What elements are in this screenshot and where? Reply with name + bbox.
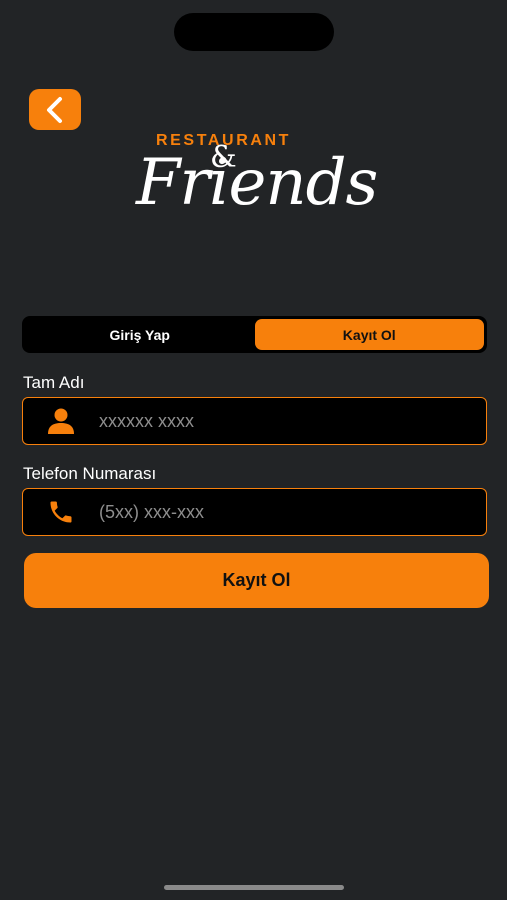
user-icon xyxy=(48,408,74,434)
phone-label: Telefon Numarası xyxy=(23,464,157,483)
full-name-label: Tam Adı xyxy=(23,373,85,392)
home-indicator xyxy=(164,885,344,890)
restaurant-friends-logo: RESTAURANT & Friends xyxy=(130,125,380,240)
phone-input[interactable] xyxy=(99,489,486,535)
tab-register[interactable]: Kayıt Ol xyxy=(254,319,484,350)
tab-login[interactable]: Giriş Yap xyxy=(25,319,255,350)
auth-tab-switch: Giriş Yap Kayıt Ol xyxy=(22,316,487,353)
chevron-left-icon xyxy=(47,96,62,123)
register-screen: RESTAURANT & Friends Giriş Yap Kayıt Ol … xyxy=(0,0,507,900)
phone-field[interactable] xyxy=(22,488,487,536)
logo-friends-text: Friends xyxy=(136,146,378,220)
register-submit-button[interactable]: Kayıt Ol xyxy=(24,553,489,608)
full-name-field[interactable] xyxy=(22,397,487,445)
dynamic-island xyxy=(174,13,334,51)
full-name-input[interactable] xyxy=(99,398,486,444)
back-button[interactable] xyxy=(29,89,81,130)
phone-icon xyxy=(50,501,72,523)
